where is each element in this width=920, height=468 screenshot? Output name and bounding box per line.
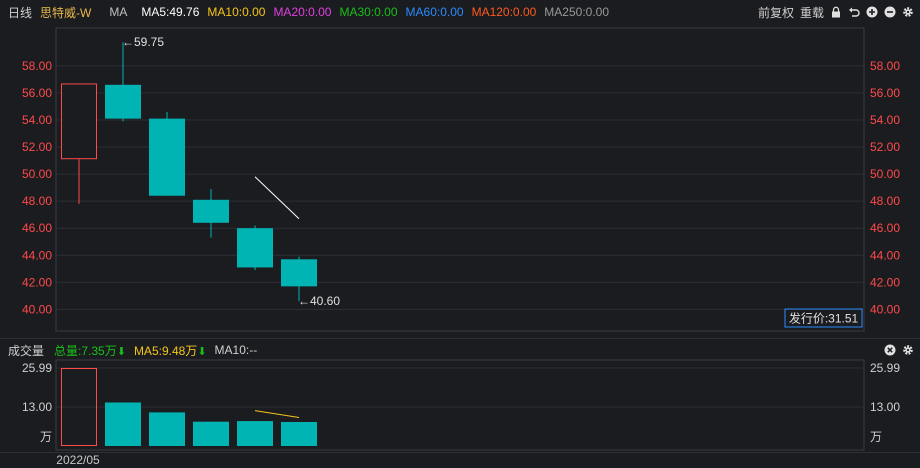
price-tick-left: 40.00 [22,302,52,316]
price-tick-left: 50.00 [22,167,52,181]
ma10-value: MA10:0.00 [207,5,266,19]
price-tick-left: 46.00 [22,221,52,235]
undo-icon[interactable] [848,6,860,18]
candle-body[interactable] [61,83,97,160]
time-axis-label: 2022/05 [56,453,100,467]
ma60-value: MA60:0.00 [405,5,464,19]
ma250-value: MA250:0.00 [544,5,610,19]
overlay-button[interactable]: 重载 [800,4,824,21]
period-label[interactable]: 日线 [8,4,32,21]
candle-body[interactable] [105,84,141,119]
candle-body[interactable] [281,259,317,287]
lock-icon[interactable] [830,6,842,18]
down-arrow-icon: ⬇ [197,345,207,358]
price-header: 日线 思特威-W MA MA5:49.76 MA10:0.00 MA20:0.0… [0,0,920,24]
volume-bar[interactable] [193,421,229,446]
adjust-button[interactable]: 前复权 [758,4,794,21]
volume-ma5-line [254,410,300,419]
ma30-value: MA30:0.00 [339,5,398,19]
volume-ma5-value: MA5:9.48万 [133,343,198,358]
volume-total-value: 总量:7.35万 [54,343,117,358]
price-tick-right: 48.00 [870,194,900,208]
price-tick-left: 56.00 [22,86,52,100]
zoom-out-icon[interactable] [884,6,896,18]
price-tick-left: 52.00 [22,140,52,154]
candle-body-mask [61,83,97,160]
price-panel-frame [55,27,865,332]
price-tick-left: 48.00 [22,194,52,208]
volume-tick-right: 万 [870,430,882,444]
kline-chart[interactable]: 40.00 40.00 42.00 42.00 44.00 44.00 46.00 46.00… [0,0,920,468]
candle-body[interactable] [149,118,185,196]
candle-body[interactable] [237,228,273,268]
volume-bar[interactable] [149,412,185,446]
volume-panel-frame [55,359,865,451]
volume-tick-right: 13.00 [870,400,900,414]
zoom-in-icon[interactable] [866,6,878,18]
issue-price-box [784,308,863,328]
volume-bar[interactable] [281,421,317,446]
volume-title: 成交量 [8,343,45,358]
stock-name: 思特威-W [40,5,92,20]
price-tick-right: 46.00 [870,221,900,235]
price-tick-right: 44.00 [870,248,900,262]
close-icon[interactable] [884,344,896,356]
volume-tick-left: 25.99 [22,361,52,375]
price-tick-left: 54.00 [22,113,52,127]
price-extreme-annotation: ←59.75 [122,35,164,49]
price-tick-left: 42.00 [22,275,52,289]
ma20-value: MA20:0.00 [273,5,332,19]
volume-bar[interactable] [105,402,141,446]
price-tick-right: 56.00 [870,86,900,100]
ma5-line [254,176,300,220]
volume-tick-left: 13.00 [22,400,52,414]
price-extreme-annotation: ←40.60 [298,294,340,308]
price-tick-right: 40.00 [870,302,900,316]
ma5-value: MA5:49.76 [141,5,200,19]
price-tick-right: 54.00 [870,113,900,127]
issue-price-label: 发行价:31.51 [789,311,859,326]
volume-tick-right: 25.99 [870,361,900,375]
volume-header: 成交量 总量:7.35万⬇ MA5:9.48万⬇ MA10:-- [0,340,920,360]
volume-bar[interactable] [237,421,273,446]
ma120-value: MA120:0.00 [471,5,537,19]
price-tick-right: 52.00 [870,140,900,154]
candle-body[interactable] [193,199,229,223]
volume-bar[interactable] [61,368,97,446]
volume-ma10: MA10:-- [214,343,258,357]
settings-gear-icon[interactable] [902,6,914,18]
volume-total: 总量:7.35万⬇ [54,342,126,359]
price-tick-right: 50.00 [870,167,900,181]
price-tick-right: 42.00 [870,275,900,289]
down-arrow-icon: ⬇ [116,345,126,358]
price-tick-left: 44.00 [22,248,52,262]
settings-gear-icon[interactable] [902,344,914,356]
volume-ma5: MA5:9.48万⬇ [134,342,207,359]
volume-tick-left: 万 [40,430,52,444]
ma-label[interactable]: MA [109,5,127,19]
price-tick-right: 58.00 [870,59,900,73]
price-tick-left: 58.00 [22,59,52,73]
